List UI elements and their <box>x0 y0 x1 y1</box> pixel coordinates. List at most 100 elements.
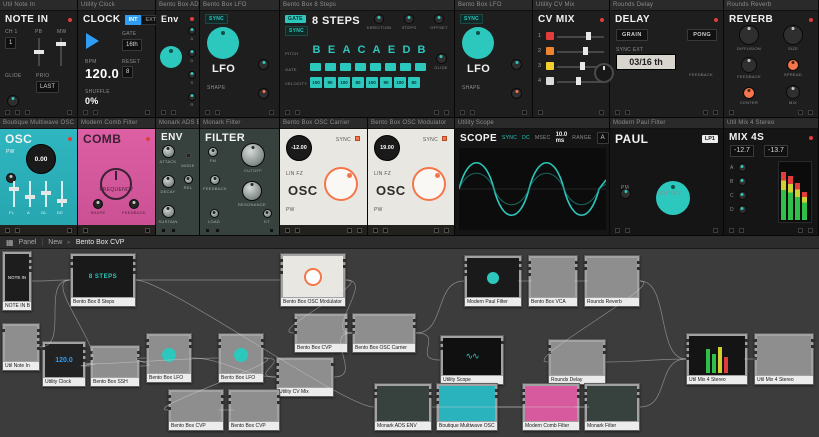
input-port[interactable] <box>70 265 73 268</box>
output-port[interactable] <box>83 347 86 350</box>
pong-button[interactable]: PONG <box>687 29 717 41</box>
filter-mode-select[interactable]: LP1 <box>702 135 718 143</box>
input-port[interactable] <box>276 381 279 384</box>
structure-node[interactable]: Bento Box CVP <box>294 313 348 353</box>
output-port[interactable] <box>343 259 346 262</box>
output-port[interactable] <box>637 389 640 392</box>
int-option[interactable]: INT <box>125 15 142 25</box>
output-port[interactable] <box>29 263 32 266</box>
wave-slider-3[interactable] <box>41 181 51 207</box>
input-port[interactable] <box>686 357 689 360</box>
structure-node[interactable]: Modern Comb Filter <box>522 383 580 431</box>
input-port[interactable] <box>374 395 377 398</box>
wave-slider-1[interactable] <box>9 181 19 207</box>
structure-node[interactable]: Util Note In <box>2 323 40 371</box>
input-port[interactable] <box>522 401 525 404</box>
structure-node[interactable]: Util Mix 4 Stereo <box>754 333 814 385</box>
sync-badge[interactable]: SYNC <box>285 26 308 36</box>
grain-button[interactable]: GRAIN <box>616 29 648 41</box>
input-port[interactable] <box>90 357 93 360</box>
step-note[interactable]: D <box>400 44 413 56</box>
breadcrumb-panel[interactable]: Panel <box>19 239 37 246</box>
step-note[interactable]: B <box>310 44 323 56</box>
structure-node[interactable]: Bento Box LFO <box>146 333 192 383</box>
cv-slider-handle[interactable] <box>576 77 581 85</box>
output-port[interactable] <box>519 267 522 270</box>
scope-sync-label[interactable]: SYNC <box>502 135 517 141</box>
output-port[interactable] <box>413 325 416 328</box>
input-port[interactable] <box>528 267 531 270</box>
pitch-display-knob[interactable]: 0.00 <box>26 144 56 174</box>
diffusion-knob[interactable]: DIFFUSION <box>732 25 766 51</box>
center-knob[interactable]: CENTER <box>734 87 764 105</box>
structure-node[interactable]: Modern Paul Filter <box>464 255 522 307</box>
pitch-display-knob[interactable]: 19.00 <box>374 135 400 161</box>
load-knob[interactable]: LOAD <box>204 209 224 224</box>
play-button[interactable] <box>86 33 99 49</box>
gate-mode-badge[interactable]: GATE <box>285 15 306 23</box>
input-port[interactable] <box>686 339 689 342</box>
input-port[interactable] <box>374 389 377 392</box>
input-port[interactable] <box>436 395 439 398</box>
step-gate-toggle[interactable] <box>310 63 321 71</box>
output-port[interactable] <box>37 347 40 350</box>
structure-node[interactable]: 120.0Utility Clock <box>42 341 86 387</box>
lfo-knob-a[interactable] <box>511 59 522 70</box>
output-port[interactable] <box>577 395 580 398</box>
output-port[interactable] <box>637 395 640 398</box>
step-velocity[interactable]: 100 <box>366 77 378 88</box>
input-port[interactable] <box>280 265 283 268</box>
step-note[interactable]: C <box>355 44 368 56</box>
lfo-knob-b[interactable] <box>511 88 522 99</box>
wave-knob[interactable] <box>324 167 358 201</box>
cv-slider-handle[interactable] <box>583 47 588 55</box>
bpm-value[interactable]: 120.0 <box>85 66 119 81</box>
lfo-sync-badge[interactable]: SYNC <box>460 14 483 24</box>
input-port[interactable] <box>352 331 355 334</box>
step-velocity[interactable]: 80 <box>352 77 364 88</box>
output-port[interactable] <box>519 261 522 264</box>
mix-channel-knob[interactable] <box>738 205 747 214</box>
kt-knob[interactable]: KT <box>259 209 275 224</box>
input-port[interactable] <box>436 401 439 404</box>
output-port[interactable] <box>575 261 578 264</box>
shape-knob[interactable]: SHAPE <box>84 199 112 215</box>
output-port[interactable] <box>83 359 86 362</box>
decay-knob[interactable]: DECAY <box>158 175 178 194</box>
step-note[interactable]: A <box>370 44 383 56</box>
direction-knob[interactable]: DIRECTION <box>366 14 392 30</box>
output-port[interactable] <box>345 325 348 328</box>
input-port[interactable] <box>228 401 231 404</box>
reverb-feedback-knob[interactable]: FEEDBACK <box>734 57 764 79</box>
step-velocity[interactable]: 90 <box>324 77 336 88</box>
input-port[interactable] <box>754 339 757 342</box>
input-port[interactable] <box>522 389 525 392</box>
output-port[interactable] <box>603 351 606 354</box>
structure-node[interactable]: Util Mix 4 Stereo <box>686 333 748 385</box>
input-port[interactable] <box>294 319 297 322</box>
prio-select[interactable]: LAST <box>36 81 59 93</box>
output-port[interactable] <box>637 267 640 270</box>
structure-node[interactable]: Utility CV Mix <box>276 357 334 397</box>
sync-toggle[interactable] <box>442 136 447 141</box>
sync-toggle[interactable] <box>355 136 360 141</box>
step-gate-toggle[interactable] <box>355 63 366 71</box>
structure-node[interactable]: Monark ADS ENV <box>374 383 432 431</box>
input-port[interactable] <box>168 395 171 398</box>
output-port[interactable] <box>343 265 346 268</box>
input-port[interactable] <box>436 389 439 392</box>
wave-knob[interactable] <box>412 167 446 201</box>
shuffle-value[interactable]: 0% <box>85 96 99 106</box>
comb-feedback-knob[interactable]: FEEDBACK <box>119 199 149 215</box>
breadcrumb-target[interactable]: Bento Box CVP <box>76 239 125 246</box>
mix-knob[interactable]: MIX <box>778 85 808 105</box>
input-port[interactable] <box>42 347 45 350</box>
input-port[interactable] <box>440 347 443 350</box>
lfo-rate-knob[interactable] <box>462 27 494 59</box>
lfo-sync-badge[interactable]: SYNC <box>205 14 228 24</box>
output-port[interactable] <box>261 345 264 348</box>
output-port[interactable] <box>29 269 32 272</box>
output-port[interactable] <box>277 401 280 404</box>
output-port[interactable] <box>83 353 86 356</box>
input-port[interactable] <box>584 267 587 270</box>
